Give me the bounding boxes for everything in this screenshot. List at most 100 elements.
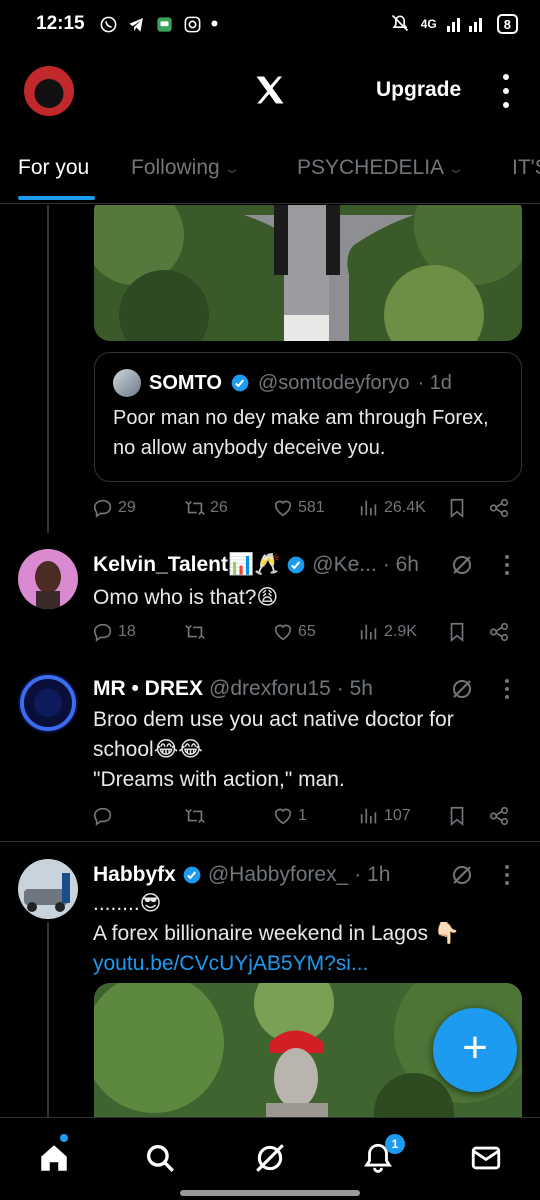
views-icon — [360, 808, 377, 824]
nav-search[interactable] — [142, 1140, 178, 1176]
reply-count: 18 — [118, 623, 136, 640]
views-icon — [360, 624, 377, 640]
chat-icon — [155, 14, 175, 34]
share-button[interactable] — [488, 497, 510, 519]
views-button[interactable]: 26.4K — [358, 497, 426, 519]
thread-connector — [47, 205, 49, 533]
share-icon — [489, 622, 509, 642]
timeline-feed[interactable]: SOMTO @somtodeyforyo · 1d Poor man no de… — [0, 205, 540, 1117]
upgrade-button[interactable]: Upgrade — [376, 78, 461, 102]
retweet-icon — [185, 624, 205, 640]
reply-tweet-drex[interactable]: MR • DREX @drexforu15 · 5h Broo dem use … — [0, 657, 540, 842]
views-button[interactable]: 2.9K — [358, 621, 417, 643]
compose-button[interactable]: + — [433, 1008, 517, 1092]
like-button[interactable]: 581 — [272, 497, 325, 519]
retweet-icon — [185, 808, 205, 824]
x-logo-icon — [252, 72, 288, 108]
tweet-more-icon[interactable] — [505, 679, 511, 699]
reply-icon — [93, 623, 112, 642]
heart-icon — [274, 624, 292, 641]
like-count: 581 — [298, 499, 325, 516]
nav-grok[interactable] — [252, 1140, 288, 1176]
reply-icon — [93, 807, 112, 826]
retweet-button[interactable] — [184, 621, 206, 643]
bookmark-button[interactable] — [446, 621, 468, 643]
tweet-time: · 5h — [336, 677, 373, 700]
share-button[interactable] — [488, 621, 510, 643]
tab-following[interactable]: Following ⌄ — [131, 156, 241, 180]
verified-badge-icon — [287, 556, 305, 574]
active-tab-indicator — [18, 196, 95, 200]
tab-for-you[interactable]: For you — [18, 156, 89, 180]
tweet-text-line: "Dreams with action," man. — [93, 768, 345, 791]
quoted-tweet[interactable]: SOMTO @somtodeyforyo · 1d Poor man no de… — [94, 352, 522, 482]
views-button[interactable]: 107 — [358, 805, 411, 827]
tab-label: IT'S — [512, 156, 540, 179]
view-count: 2.9K — [384, 623, 417, 640]
view-count: 107 — [384, 807, 411, 824]
status-bar: 12:15 • 4G 8 — [0, 0, 540, 48]
share-icon — [489, 498, 509, 518]
retweet-button[interactable] — [184, 805, 206, 827]
avatar — [113, 369, 141, 397]
tweet-time: · 1h — [354, 863, 391, 886]
battery-level: 8 — [503, 16, 511, 32]
author-name[interactable]: Habbyfx — [93, 863, 176, 887]
tweet-actions: 29 26 581 26.4K — [92, 497, 522, 525]
tab-its[interactable]: IT'S — [512, 156, 540, 180]
battery-icon: 8 — [496, 14, 518, 34]
reply-button[interactable]: 29 — [92, 497, 136, 519]
notification-badge: 1 — [385, 1134, 405, 1154]
gesture-home-bar[interactable] — [180, 1190, 360, 1196]
more-options-icon[interactable] — [498, 74, 514, 108]
like-button[interactable]: 65 — [272, 621, 316, 643]
timeline-tabs: For you Following ⌄ PSYCHEDELIA ⌄ IT'S — [0, 140, 540, 204]
whatsapp-icon — [99, 14, 119, 34]
retweet-button[interactable]: 26 — [184, 497, 228, 519]
avatar[interactable] — [18, 859, 78, 919]
retweet-count: 26 — [210, 499, 228, 516]
tweet-text: Omo who is that?😩 — [93, 586, 279, 609]
nav-messages[interactable] — [468, 1140, 504, 1176]
author-name[interactable]: MR • DREX — [93, 677, 203, 701]
bookmark-button[interactable] — [446, 805, 468, 827]
views-icon — [360, 500, 377, 516]
tweet-header: MR • DREX @drexforu15 · 5h — [93, 677, 373, 701]
author-handle: @Habbyforex_ — [207, 863, 349, 886]
tweet-text-line: Broo dem use you act native doctor for s… — [93, 708, 454, 761]
grok-icon[interactable] — [450, 677, 474, 701]
like-button[interactable]: 1 — [272, 805, 307, 827]
grok-icon[interactable] — [450, 553, 474, 577]
profile-avatar[interactable] — [24, 66, 74, 116]
chevron-down-icon: ⌄ — [222, 159, 241, 176]
author-handle: @drexforu15 — [209, 677, 331, 700]
status-right: 4G 8 — [389, 13, 518, 36]
grok-icon[interactable] — [450, 863, 474, 887]
tweet-time: · 6h — [382, 553, 419, 576]
verified-badge-icon — [183, 866, 201, 884]
plus-icon: + — [462, 1023, 488, 1072]
reply-button[interactable] — [92, 805, 114, 827]
tab-psychedelia[interactable]: PSYCHEDELIA ⌄ — [297, 156, 465, 180]
status-time: 12:15 — [36, 13, 85, 34]
reply-icon — [93, 499, 112, 518]
verified-badge-icon — [231, 374, 249, 392]
like-count: 65 — [298, 623, 316, 640]
tweet-actions: 18 65 2.9K — [92, 621, 522, 649]
tweet-link[interactable]: youtu.be/CVcUYjAB5YM?si... — [93, 949, 513, 979]
tweet-more-icon[interactable] — [505, 865, 511, 885]
share-button[interactable] — [488, 805, 510, 827]
author-name[interactable]: Kelvin_Talent📊🥂 — [93, 553, 280, 577]
bookmark-button[interactable] — [446, 497, 468, 519]
reply-button[interactable]: 18 — [92, 621, 136, 643]
bookmark-icon — [450, 498, 464, 519]
tweet-media-image[interactable] — [94, 205, 522, 341]
tweet-more-icon[interactable] — [505, 555, 511, 575]
reply-tweet-kelvin[interactable]: Kelvin_Talent📊🥂 @Ke... · 6h Omo who is t… — [0, 533, 540, 657]
tab-label: For you — [18, 156, 90, 179]
avatar[interactable] — [18, 673, 78, 733]
tweet-header: Habbyfx @Habbyforex_ · 1h — [93, 863, 390, 887]
avatar[interactable] — [18, 549, 78, 609]
author-handle: @Ke... — [312, 553, 377, 576]
nav-home[interactable] — [36, 1140, 72, 1176]
